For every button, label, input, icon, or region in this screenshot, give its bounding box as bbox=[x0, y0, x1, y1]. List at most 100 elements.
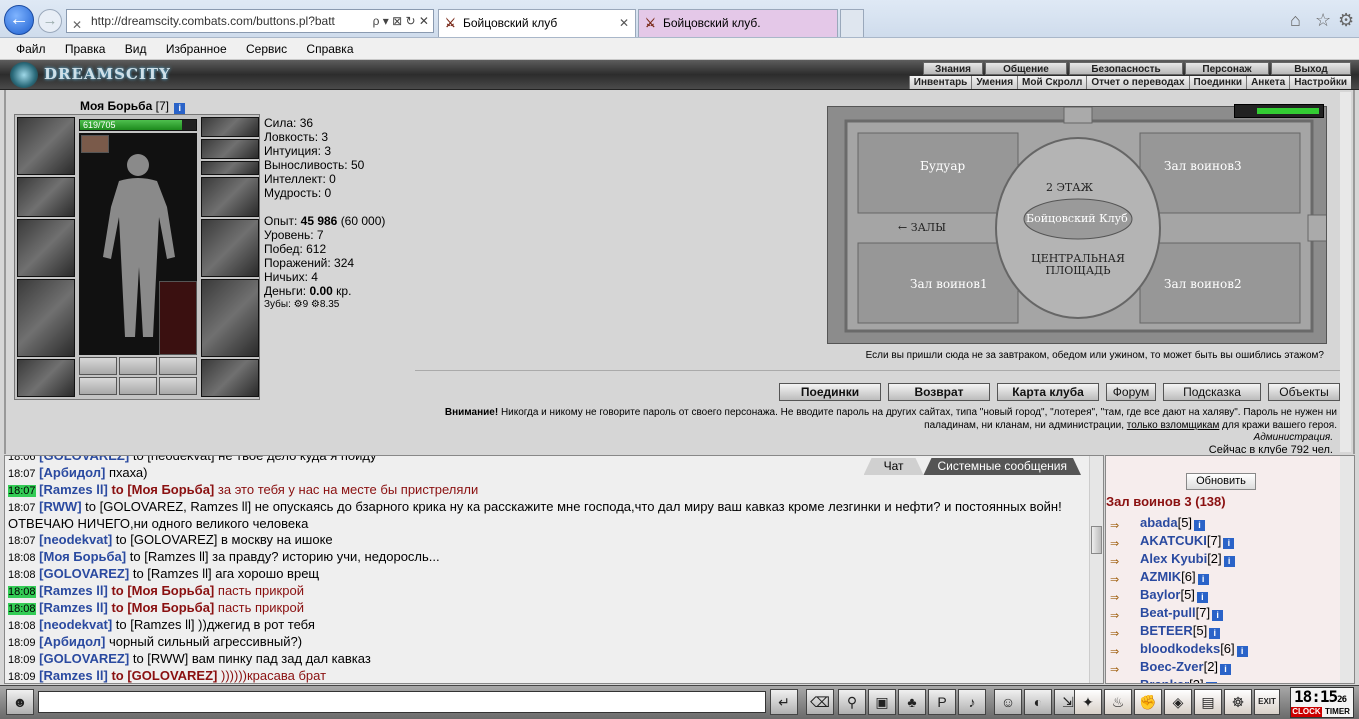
nav-inventory[interactable]: Инвентарь bbox=[908, 76, 972, 89]
chat-nick[interactable]: Ramzes ll bbox=[44, 583, 104, 598]
info-icon[interactable]: i bbox=[1223, 556, 1235, 567]
player-item[interactable]: ⇒ Baylor[5] i bbox=[1110, 586, 1248, 604]
character-name[interactable]: Моя Борьба [7] i bbox=[80, 99, 186, 114]
bag-icon[interactable]: ◈ bbox=[1164, 689, 1192, 715]
club-map[interactable]: Будуар Зал воинов3 2 ЭТАЖ Бойцовский Клу… bbox=[827, 106, 1327, 344]
private-message-icon[interactable]: ⇒ bbox=[1110, 517, 1132, 532]
boots-slot[interactable] bbox=[201, 359, 259, 397]
nav-transfers-report[interactable]: Отчет о переводах bbox=[1086, 76, 1189, 89]
private-icon[interactable]: P bbox=[928, 689, 956, 715]
battles-button[interactable]: Поединки bbox=[779, 383, 881, 401]
player-name[interactable]: Beat-pull bbox=[1140, 605, 1196, 620]
private-message-icon[interactable]: ⇒ bbox=[1110, 607, 1132, 622]
money-bag-icon[interactable]: ♨ bbox=[1104, 689, 1132, 715]
map-hall-3[interactable]: Зал воинов3 bbox=[1164, 159, 1242, 173]
menu-favorites[interactable]: Избранное bbox=[166, 38, 227, 60]
players-scrollbar[interactable] bbox=[1340, 456, 1354, 683]
legs-slot[interactable] bbox=[201, 279, 259, 357]
player-item[interactable]: ⇒ Beat-pull[7] i bbox=[1110, 604, 1248, 622]
chat-scroll-thumb[interactable] bbox=[1091, 526, 1102, 554]
warning-link[interactable]: только взломщикам bbox=[1127, 420, 1220, 431]
chat-recipient[interactable]: to [GOLOVAREZ, Ramzes ll] bbox=[85, 499, 251, 514]
tab-chat[interactable]: Чат bbox=[864, 458, 924, 475]
chat-nick[interactable]: GOLOVAREZ bbox=[44, 566, 125, 581]
player-name[interactable]: AZMIK bbox=[1140, 569, 1181, 584]
private-message-icon[interactable]: ⇒ bbox=[1110, 589, 1132, 604]
smiles-icon[interactable]: ☺ bbox=[994, 689, 1022, 715]
hint-button[interactable]: Подсказка bbox=[1163, 383, 1261, 401]
player-item[interactable]: ⇒ Alex Kyubi[2] i bbox=[1110, 550, 1248, 568]
chat-input[interactable] bbox=[38, 691, 766, 713]
weapon-slot[interactable] bbox=[17, 219, 75, 277]
helmet-slot[interactable] bbox=[17, 117, 75, 175]
fist-icon[interactable]: ✊ bbox=[1134, 689, 1162, 715]
player-name[interactable]: Branker bbox=[1140, 677, 1189, 683]
party-icon[interactable]: ♣ bbox=[898, 689, 926, 715]
info-icon[interactable]: i bbox=[1197, 574, 1209, 585]
address-controls-icon[interactable]: ρ ▾ ⊠ ↻ ✕ bbox=[369, 10, 429, 32]
erase-icon[interactable]: ⌫ bbox=[806, 689, 834, 715]
bracers-slot[interactable] bbox=[17, 177, 75, 217]
nav-settings[interactable]: Настройки bbox=[1289, 76, 1351, 89]
player-item[interactable]: ⇒ BETEER[5] i bbox=[1110, 622, 1248, 640]
chat-recipient[interactable]: to [Ramzes ll] bbox=[130, 549, 209, 564]
chat-nick[interactable]: RWW bbox=[44, 499, 78, 514]
info-icon[interactable]: i bbox=[174, 103, 186, 114]
map-fight-club[interactable]: Бойцовский Клуб bbox=[1026, 212, 1128, 225]
close-tab-icon[interactable]: ✕ bbox=[619, 10, 629, 36]
armor-slot[interactable] bbox=[17, 279, 75, 357]
info-icon[interactable]: i bbox=[1209, 628, 1221, 639]
private-message-icon[interactable]: ⇒ bbox=[1110, 661, 1132, 676]
mini-item-icon[interactable] bbox=[81, 135, 109, 153]
player-name[interactable]: Boec-Zver bbox=[1140, 659, 1204, 674]
nav-character[interactable]: Персонаж bbox=[1185, 62, 1269, 75]
chat-recipient[interactable]: to [Моя Борьба] bbox=[111, 583, 214, 598]
forward-button[interactable]: → bbox=[38, 9, 62, 33]
map-hall-1[interactable]: Зал воинов1 bbox=[910, 277, 988, 291]
info-icon[interactable]: i bbox=[1212, 610, 1224, 621]
chat-recipient[interactable]: to [neodekvat] bbox=[133, 456, 215, 463]
chat-recipient[interactable]: to [GOLOVAREZ] bbox=[111, 668, 217, 683]
info-icon[interactable]: i bbox=[1236, 646, 1248, 657]
map-floor-2[interactable]: 2 ЭТАЖ bbox=[1046, 181, 1093, 194]
browser-tab-2[interactable]: ⚔ Бойцовский клуб. bbox=[638, 9, 838, 37]
info-icon[interactable]: i bbox=[1220, 664, 1232, 675]
refresh-button[interactable]: Обновить bbox=[1186, 473, 1256, 490]
player-name[interactable]: Baylor bbox=[1140, 587, 1180, 602]
nav-exit[interactable]: Выход bbox=[1271, 62, 1351, 75]
back-button[interactable]: ← bbox=[4, 5, 34, 35]
chat-nick[interactable]: Ramzes ll bbox=[44, 482, 104, 497]
menu-file[interactable]: Файл bbox=[16, 38, 46, 60]
nav-battles[interactable]: Поединки bbox=[1188, 76, 1247, 89]
info-icon[interactable]: i bbox=[1205, 682, 1217, 683]
browser-tab-1[interactable]: ⚔ Бойцовский клуб ✕ bbox=[438, 9, 636, 37]
player-item[interactable]: ⇒ bloodkodeks[6] i bbox=[1110, 640, 1248, 658]
return-button[interactable]: Возврат bbox=[888, 383, 990, 401]
favorites-star-icon[interactable]: ☆ bbox=[1315, 10, 1331, 31]
music-icon[interactable]: ♪ bbox=[958, 689, 986, 715]
chat-nick[interactable]: Арбидол bbox=[44, 634, 101, 649]
chat-recipient[interactable]: to [RWW] bbox=[133, 651, 188, 666]
gloves-slot[interactable] bbox=[201, 177, 259, 217]
settings-gear-icon[interactable]: ⚙ bbox=[1338, 10, 1354, 31]
info-icon[interactable]: i bbox=[1223, 538, 1235, 549]
forum-button[interactable]: Форум bbox=[1106, 383, 1156, 401]
chat-nick[interactable]: Моя Борьба bbox=[44, 549, 122, 564]
save-log-icon[interactable]: ▣ bbox=[868, 689, 896, 715]
player-item[interactable]: ⇒ abada[5] i bbox=[1110, 514, 1248, 532]
info-icon[interactable]: i bbox=[1196, 592, 1208, 603]
chat-recipient[interactable]: to [GOLOVAREZ] bbox=[116, 532, 218, 547]
player-item[interactable]: ⇒ Branker[2]i bbox=[1110, 676, 1248, 683]
player-name[interactable]: Alex Kyubi bbox=[1140, 551, 1207, 566]
chat-scrollbar[interactable] bbox=[1089, 456, 1103, 683]
home-icon[interactable]: ⌂ bbox=[1290, 10, 1301, 31]
chat-recipient[interactable]: to [Ramzes ll] bbox=[116, 617, 195, 632]
map-hall-2[interactable]: Зал воинов2 bbox=[1164, 277, 1242, 291]
player-name[interactable]: BETEER bbox=[1140, 623, 1193, 638]
tool-1-icon[interactable]: ✦ bbox=[1074, 689, 1102, 715]
menu-help[interactable]: Справка bbox=[306, 38, 353, 60]
map-halls[interactable]: ← ЗАЛЫ bbox=[898, 221, 946, 234]
amulet-slot[interactable] bbox=[201, 139, 259, 159]
exit-icon[interactable]: EXIT bbox=[1254, 689, 1280, 715]
nav-skills[interactable]: Умения bbox=[971, 76, 1018, 89]
